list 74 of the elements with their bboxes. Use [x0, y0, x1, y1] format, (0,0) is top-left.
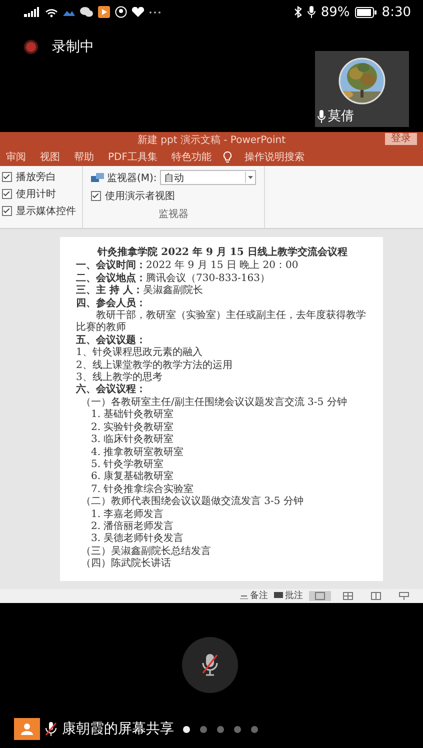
muted-mic-icon	[201, 652, 219, 677]
checkbox[interactable]	[2, 189, 12, 199]
document-line: 二、会议地点：腾讯会议（730-833-163）	[76, 272, 272, 284]
user-icon	[14, 718, 40, 740]
checkbox[interactable]	[91, 191, 101, 201]
ribbon-tab[interactable]: 帮助	[72, 150, 96, 164]
ribbon-tab[interactable]: PDF工具集	[106, 150, 160, 164]
checkbox-label: 使用演示者视图	[105, 190, 175, 203]
document-title: 针灸推拿学院 2022 年 9 月 15 日线上教学交流会议程	[96, 247, 348, 260]
document-line: 3、线上教学的思考	[76, 372, 164, 384]
document-line: 六、会议议程：	[76, 384, 147, 396]
document-line: 五、会议议题：	[76, 334, 147, 346]
document-line: 一、会议时间：2022 年 9 月 15 日 晚上 20：00	[76, 260, 300, 272]
bluetooth-icon	[294, 6, 302, 18]
window-title: 新建 ppt 演示文稿 - PowerPoint	[137, 134, 286, 147]
monitor-dropdown[interactable]: 自动	[160, 170, 256, 185]
status-button[interactable]: 批注	[274, 589, 303, 602]
page-dot[interactable]	[217, 726, 224, 732]
status-button[interactable]: 备注	[240, 589, 268, 602]
checkbox-label: 播放旁白	[16, 170, 56, 184]
comment-icon	[274, 592, 283, 600]
wifi-icon	[45, 6, 58, 18]
normal-view-icon[interactable]	[309, 590, 331, 601]
document-line: （二）教师代表围绕会议议题做交流发言 3-5 分钟	[80, 496, 304, 508]
document-line: 3. 临床针灸教研室	[90, 434, 175, 446]
document-line: 1. 基础针灸教研室	[90, 409, 175, 422]
signal-icon	[24, 7, 40, 17]
document-line: 5. 针灸学教研室	[90, 458, 165, 470]
page-dot[interactable]	[200, 726, 207, 732]
play-icon	[98, 6, 110, 18]
participant-tile[interactable]: 莫倩	[315, 51, 409, 127]
monitor-icon	[91, 172, 104, 182]
page-dot[interactable]	[183, 726, 190, 732]
document-line: 1. 李嘉老师发言	[90, 508, 165, 520]
recording-label: 录制中	[52, 38, 94, 56]
chat-icon	[80, 7, 93, 17]
mic-icon	[306, 6, 316, 18]
document-line: （三）吴淑鑫副院长总结发言	[80, 546, 212, 558]
document-line: 三、主 持 人：吴淑鑫副院长	[76, 285, 204, 298]
clock: 8:30	[382, 4, 411, 20]
document-line: （一）各教研室主任/副主任围绕会议议题发言交流 3-5 分钟	[80, 396, 348, 408]
paragraph: 教研干部，教研室（实验室）主任或副主任，去年度获得教学比赛的教师	[76, 310, 367, 334]
page-dot[interactable]	[251, 726, 258, 732]
document-line: 3. 吴德老师针灸发言	[90, 533, 185, 546]
lightbulb-icon	[223, 151, 232, 163]
document-line: 2. 实验针灸教研室	[90, 422, 175, 434]
document-line: 4. 推拿教研室教研室	[90, 446, 185, 458]
dropdown-arrow-icon	[245, 172, 255, 183]
battery-icon	[354, 6, 377, 18]
tell-me-search[interactable]: 操作说明搜索	[242, 150, 306, 164]
notes-icon	[240, 592, 248, 599]
login-button[interactable]: 登录	[385, 133, 417, 145]
more-icon	[149, 10, 161, 14]
ribbon-tab[interactable]: 视图	[38, 150, 62, 164]
checkbox[interactable]	[2, 206, 12, 216]
checkbox[interactable]	[2, 172, 12, 182]
checkbox-label: 使用计时	[16, 188, 56, 201]
document-line: 2、线上课堂教学的教学方法的运用	[76, 360, 234, 372]
page-dot[interactable]	[234, 726, 241, 732]
ribbon-tab[interactable]: 特色功能	[169, 150, 214, 164]
document-line: 7. 针灸推拿综合实验室	[90, 484, 195, 496]
battery-percent: 89%	[320, 4, 350, 20]
group-label: 监视器	[158, 208, 188, 221]
document-line: 四、参会人员：	[76, 298, 147, 310]
monitor-label: 监视器(M):	[107, 172, 157, 184]
heart-icon	[132, 7, 144, 17]
document-line: 1、针灸课程思政元素的融入	[76, 347, 204, 360]
ribbon-tab[interactable]: 审阅	[4, 150, 28, 164]
document-line: （四）陈武院长讲话	[80, 558, 172, 571]
document-line: 2. 潘倍丽老师发言	[90, 520, 175, 532]
checkbox-label: 显示媒体控件	[16, 205, 76, 218]
share-label: 康朝霞的屏幕共享	[62, 720, 174, 738]
document-line: 6. 康复基础教研室	[90, 471, 175, 484]
participant-name: 莫倩	[328, 108, 354, 125]
